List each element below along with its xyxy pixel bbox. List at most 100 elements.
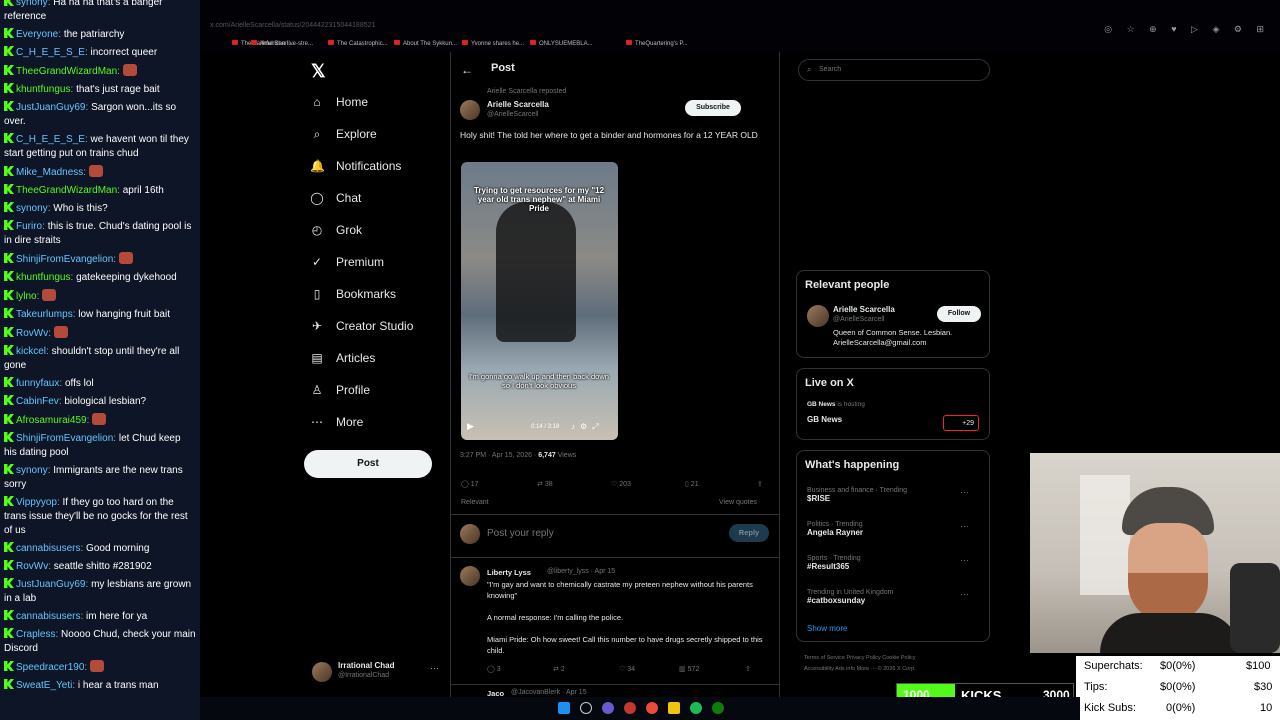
chat-username[interactable]: C_H_E_E_S_E xyxy=(16,134,85,145)
chat-username[interactable]: CabinFev xyxy=(16,396,59,407)
person-name[interactable]: Arielle Scarcella xyxy=(833,305,895,314)
avatar[interactable] xyxy=(460,100,480,120)
nav-profile[interactable]: ♙ Profile xyxy=(310,383,370,397)
chat-username[interactable]: Afrosamurai459 xyxy=(16,415,87,426)
toolbar-icons[interactable]: ◎ ☆ ⊕ ♥ ▷ ◈ ⚙ ⊞ xyxy=(1104,24,1270,35)
author-handle[interactable]: @ArielleScarcell xyxy=(487,111,538,118)
chat-username[interactable]: kickcel xyxy=(16,346,46,357)
view-quotes-link[interactable]: View quotes xyxy=(719,499,757,506)
chat-username[interactable]: khuntfungus xyxy=(16,84,71,95)
nav-more[interactable]: ⋯ More xyxy=(310,415,363,429)
chat-username[interactable]: ShinjiFromEvangelion xyxy=(16,433,113,444)
xbox-icon[interactable] xyxy=(712,702,724,714)
chat-username[interactable]: Takeurlumps xyxy=(16,309,73,320)
chat-username[interactable]: khuntfungus xyxy=(16,272,71,283)
share-icon[interactable]: ⇪ xyxy=(745,665,751,673)
chat-username[interactable]: Everyone xyxy=(16,29,58,40)
reply-action[interactable]: ◯ 17 xyxy=(461,480,479,488)
nav-bookmarks[interactable]: ▯ Bookmarks xyxy=(310,287,396,301)
chat-username[interactable]: Crapless xyxy=(16,629,55,640)
chat-username[interactable]: synony xyxy=(16,203,48,214)
discord-icon[interactable] xyxy=(602,702,614,714)
chat-username[interactable]: Speedracer190 xyxy=(16,662,84,673)
bookmark-item[interactable]: ONLYSUEMEBLA... xyxy=(530,40,593,47)
chat-username[interactable]: ShinjiFromEvangelion xyxy=(16,254,113,265)
follow-button[interactable]: Follow xyxy=(937,306,981,322)
bookmark-item[interactable]: American live-stre... xyxy=(251,40,313,47)
play-icon[interactable]: ▶ xyxy=(467,421,474,432)
chat-username[interactable]: JustJuanGuy69 xyxy=(16,579,86,590)
live-name[interactable]: GB News xyxy=(807,415,842,424)
nav-explore[interactable]: ⌕ Explore xyxy=(310,127,377,141)
sort-relevant[interactable]: Relevant xyxy=(461,499,489,506)
like-action[interactable]: ♡ 203 xyxy=(611,480,631,488)
chat-username[interactable]: funnyfaux xyxy=(16,378,59,389)
bookmark-item[interactable]: TheQuartering's P... xyxy=(626,40,688,47)
chat-username[interactable]: Mike_Madness xyxy=(16,167,83,178)
video-controls-icon[interactable]: ♪⚙⤢ xyxy=(571,422,604,432)
x-logo-icon[interactable]: 𝕏 xyxy=(311,61,326,82)
spotify-icon[interactable] xyxy=(690,702,702,714)
search-icon[interactable] xyxy=(580,702,592,714)
chat-username[interactable]: RovWv xyxy=(16,328,48,339)
windows-start-icon[interactable] xyxy=(558,702,570,714)
trend-item[interactable]: Business and finance · Trending $RISE ⋯ xyxy=(807,487,979,503)
reply-action[interactable]: ◯ 3 xyxy=(487,665,501,673)
chat-username[interactable]: TheeGrandWizardMan xyxy=(16,66,117,77)
video-player[interactable]: Trying to get resources for my "12 year … xyxy=(461,162,618,440)
trend-item[interactable]: Trending in United Kingdom #catboxsunday ⋯ xyxy=(807,589,979,605)
live-count[interactable]: +29 xyxy=(943,415,979,431)
reply-tweet[interactable]: Liberty Lyss @liberty_lyss · Apr 15 "I'm… xyxy=(451,558,779,682)
chat-username[interactable]: TheeGrandWizardMan xyxy=(16,185,117,196)
more-icon[interactable]: ⋯ xyxy=(960,555,969,566)
more-icon[interactable]: ⋯ xyxy=(960,487,969,498)
avatar[interactable] xyxy=(807,305,829,327)
post-button[interactable]: Post xyxy=(304,450,432,478)
search-input[interactable]: Search xyxy=(819,66,841,73)
chat-username[interactable]: C_H_E_E_S_E xyxy=(16,47,85,58)
trend-item[interactable]: Politics · Trending Angela Rayner ⋯ xyxy=(807,521,979,537)
more-icon[interactable]: ⋯ xyxy=(960,521,969,532)
chat-username[interactable]: cannabisusers xyxy=(16,611,80,622)
chat-username[interactable]: synony xyxy=(16,0,48,8)
nav-home[interactable]: ⌂ Home xyxy=(310,95,368,109)
footer-links[interactable]: Terms of Service Privacy Policy Cookie P… xyxy=(804,653,944,675)
nav-grok[interactable]: ◴ Grok xyxy=(310,223,362,237)
author-name[interactable]: Arielle Scarcella xyxy=(487,100,549,109)
more-icon[interactable]: ⋯ xyxy=(430,663,439,674)
bookmark-item[interactable]: Yvonne shares he... xyxy=(462,40,524,47)
bookmark-action[interactable]: ▯ 21 xyxy=(685,480,699,488)
repost-action[interactable]: ⇄ 38 xyxy=(537,480,553,488)
repost-action[interactable]: ⇄ 2 xyxy=(553,665,565,673)
search-box[interactable]: ⌕ Search xyxy=(798,59,990,81)
reply-button[interactable]: Reply xyxy=(729,524,769,542)
chat-username[interactable]: RovWv xyxy=(16,561,48,572)
back-arrow-icon[interactable]: ← xyxy=(461,63,473,77)
chat-username[interactable]: JustJuanGuy69 xyxy=(16,102,86,113)
bookmark-item[interactable]: About The Sykkun... xyxy=(394,40,457,47)
account-switcher[interactable]: Irrational Chad @IrrationalChad ⋯ xyxy=(312,660,440,686)
more-icon[interactable]: ⋯ xyxy=(960,589,969,600)
nav-articles[interactable]: ▤ Articles xyxy=(310,351,375,365)
chat-username[interactable]: cannabisusers xyxy=(16,543,80,554)
browser-icon[interactable] xyxy=(646,702,658,714)
chat-username[interactable]: synony xyxy=(16,465,48,476)
chat-username[interactable]: lylno xyxy=(16,291,37,302)
chat-username[interactable]: Furiro xyxy=(16,221,42,232)
like-action[interactable]: ♡ 34 xyxy=(619,665,635,673)
folder-icon[interactable] xyxy=(668,702,680,714)
chat-username[interactable]: Vippyyop xyxy=(16,497,57,508)
subscribe-button[interactable]: Subscribe xyxy=(685,100,741,116)
nav-notifications[interactable]: 🔔 Notifications xyxy=(310,159,401,173)
share-icon[interactable]: ⇪ xyxy=(757,480,763,488)
nav-chat[interactable]: ◯ Chat xyxy=(310,191,361,205)
nav-premium[interactable]: ✓ Premium xyxy=(310,255,384,269)
nav-creator-studio[interactable]: ✈ Creator Studio xyxy=(310,319,413,333)
obs-icon[interactable] xyxy=(624,702,636,714)
url-bar[interactable]: x.com/ArielleScarcella/status/2044422315… xyxy=(210,22,375,29)
views-action[interactable]: ▥ 572 xyxy=(679,665,699,673)
reply-input[interactable]: Post your reply xyxy=(487,528,554,539)
bookmark-item[interactable]: The Catastrophic... xyxy=(328,40,388,47)
trend-item[interactable]: Sports · Trending #Result365 ⋯ xyxy=(807,555,979,571)
chat-username[interactable]: SweatE_Yeti xyxy=(16,680,72,691)
